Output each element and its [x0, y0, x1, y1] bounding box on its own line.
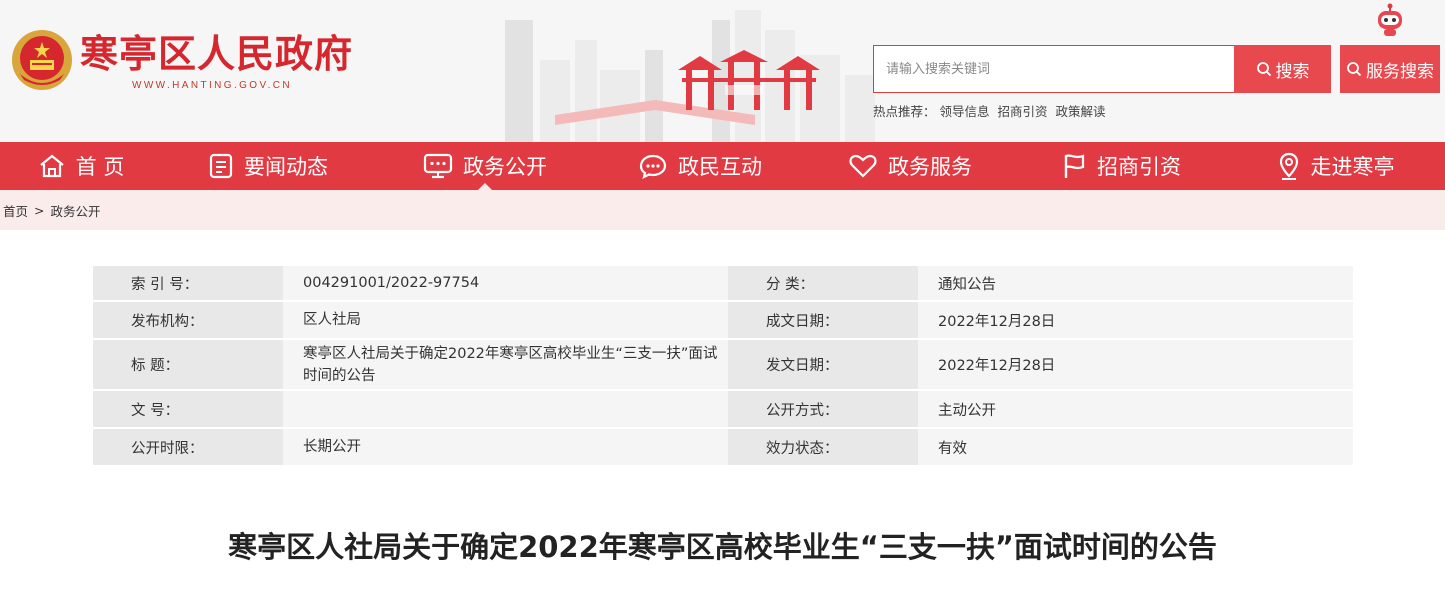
nav-item-about-hanting[interactable]: 走进寒亭	[1226, 142, 1445, 190]
meta-value: 区人社局	[283, 302, 728, 338]
news-icon	[209, 153, 233, 179]
hot-link-investment[interactable]: 招商引资	[998, 104, 1048, 119]
meta-value: 主动公开	[918, 391, 1353, 427]
service-search-label: 服务搜索	[1366, 61, 1434, 82]
breadcrumb-current[interactable]: 政务公开	[51, 201, 101, 220]
breadcrumb-home[interactable]: 首页	[3, 201, 28, 220]
meta-label: 文 号：	[93, 391, 283, 427]
nav-item-services[interactable]: 政务服务	[804, 142, 1016, 190]
robot-assistant-icon[interactable]	[1372, 2, 1408, 38]
flag-icon	[1064, 154, 1085, 178]
nav-item-interaction[interactable]: 政民互动	[596, 142, 804, 190]
meta-value: 2022年12月28日	[918, 302, 1353, 338]
meta-label: 公开方式：	[728, 391, 918, 427]
hot-recommendations: 热点推荐： 领导信息 招商引资 政策解读	[873, 101, 1110, 120]
meta-value: 004291001/2022-97754	[283, 266, 728, 300]
article-title: 寒亭区人社局关于确定2022年寒亭区高校毕业生“三支一扶”面试时间的公告	[228, 530, 1217, 564]
home-icon	[39, 154, 64, 178]
meta-value: 寒亭区人社局关于确定2022年寒亭区高校毕业生“三支一扶”面试时间的公告	[283, 340, 728, 389]
screen-icon	[423, 153, 453, 179]
search-icon	[1256, 62, 1271, 77]
location-icon	[1279, 152, 1298, 180]
service-search-button[interactable]: 服务搜索	[1340, 45, 1440, 93]
document-metadata-table: 索 引 号： 004291001/2022-97754 分 类： 通知公告 发布…	[93, 264, 1353, 467]
meta-value: 有效	[918, 429, 1353, 465]
search-button[interactable]: 搜索	[1234, 45, 1331, 93]
hot-label: 热点推荐：	[873, 104, 936, 119]
hot-link-leaders[interactable]: 领导信息	[940, 104, 990, 119]
search-input[interactable]	[874, 46, 1234, 92]
search-box	[873, 45, 1235, 93]
nav-item-label: 要闻动态	[244, 155, 328, 179]
nav-item-label: 政民互动	[678, 155, 762, 179]
meta-label: 效力状态：	[728, 429, 918, 465]
search-icon	[1347, 62, 1362, 77]
site-title[interactable]: 寒亭区人民政府	[80, 32, 353, 76]
national-emblem-logo[interactable]	[10, 28, 74, 92]
meta-label: 索 引 号：	[93, 266, 283, 300]
meta-label: 分 类：	[728, 266, 918, 300]
meta-label: 发布机构：	[93, 302, 283, 338]
meta-value	[283, 391, 728, 427]
site-header: 寒亭区人民政府 WWW.HANTING.GOV.CN 搜索 服务搜索 热点推荐：…	[0, 0, 1445, 142]
content-area: 索 引 号： 004291001/2022-97754 分 类： 通知公告 发布…	[0, 230, 1445, 597]
table-row: 公开时限： 长期公开 效力状态： 有效	[93, 429, 1353, 465]
table-row: 发布机构： 区人社局 成文日期： 2022年12月28日	[93, 302, 1353, 338]
meta-label: 发文日期：	[728, 340, 918, 389]
meta-value: 长期公开	[283, 429, 728, 465]
meta-value: 2022年12月28日	[918, 340, 1353, 389]
hot-link-policy[interactable]: 政策解读	[1056, 104, 1106, 119]
breadcrumb: 首页 > 政务公开	[0, 190, 1445, 230]
nav-item-label: 政务服务	[888, 155, 972, 179]
table-row: 文 号： 公开方式： 主动公开	[93, 391, 1353, 427]
city-skyline-illustration	[505, 10, 875, 142]
table-row: 索 引 号： 004291001/2022-97754 分 类： 通知公告	[93, 266, 1353, 300]
nav-item-label: 政务公开	[463, 155, 547, 179]
meta-value: 通知公告	[918, 266, 1353, 300]
table-row: 标 题： 寒亭区人社局关于确定2022年寒亭区高校毕业生“三支一扶”面试时间的公…	[93, 340, 1353, 389]
search-button-label: 搜索	[1275, 61, 1310, 82]
chat-icon	[639, 154, 667, 180]
nav-item-government-affairs[interactable]: 政务公开	[374, 142, 596, 190]
nav-item-label: 首 页	[75, 155, 125, 179]
nav-item-investment[interactable]: 招商引资	[1016, 142, 1226, 190]
nav-item-label: 走进寒亭	[1310, 155, 1395, 179]
site-url: WWW.HANTING.GOV.CN	[132, 80, 293, 91]
heart-icon	[849, 154, 877, 178]
nav-item-label: 招商引资	[1097, 155, 1181, 179]
meta-label: 成文日期：	[728, 302, 918, 338]
breadcrumb-separator: >	[34, 202, 45, 218]
meta-label: 标 题：	[93, 340, 283, 389]
meta-label: 公开时限：	[93, 429, 283, 465]
nav-item-news[interactable]: 要闻动态	[162, 142, 374, 190]
nav-item-home[interactable]: 首 页	[0, 142, 162, 190]
main-nav: 首 页 要闻动态 政务公开 政民互动 政务服务 招商引资 走进寒亭	[0, 142, 1445, 190]
